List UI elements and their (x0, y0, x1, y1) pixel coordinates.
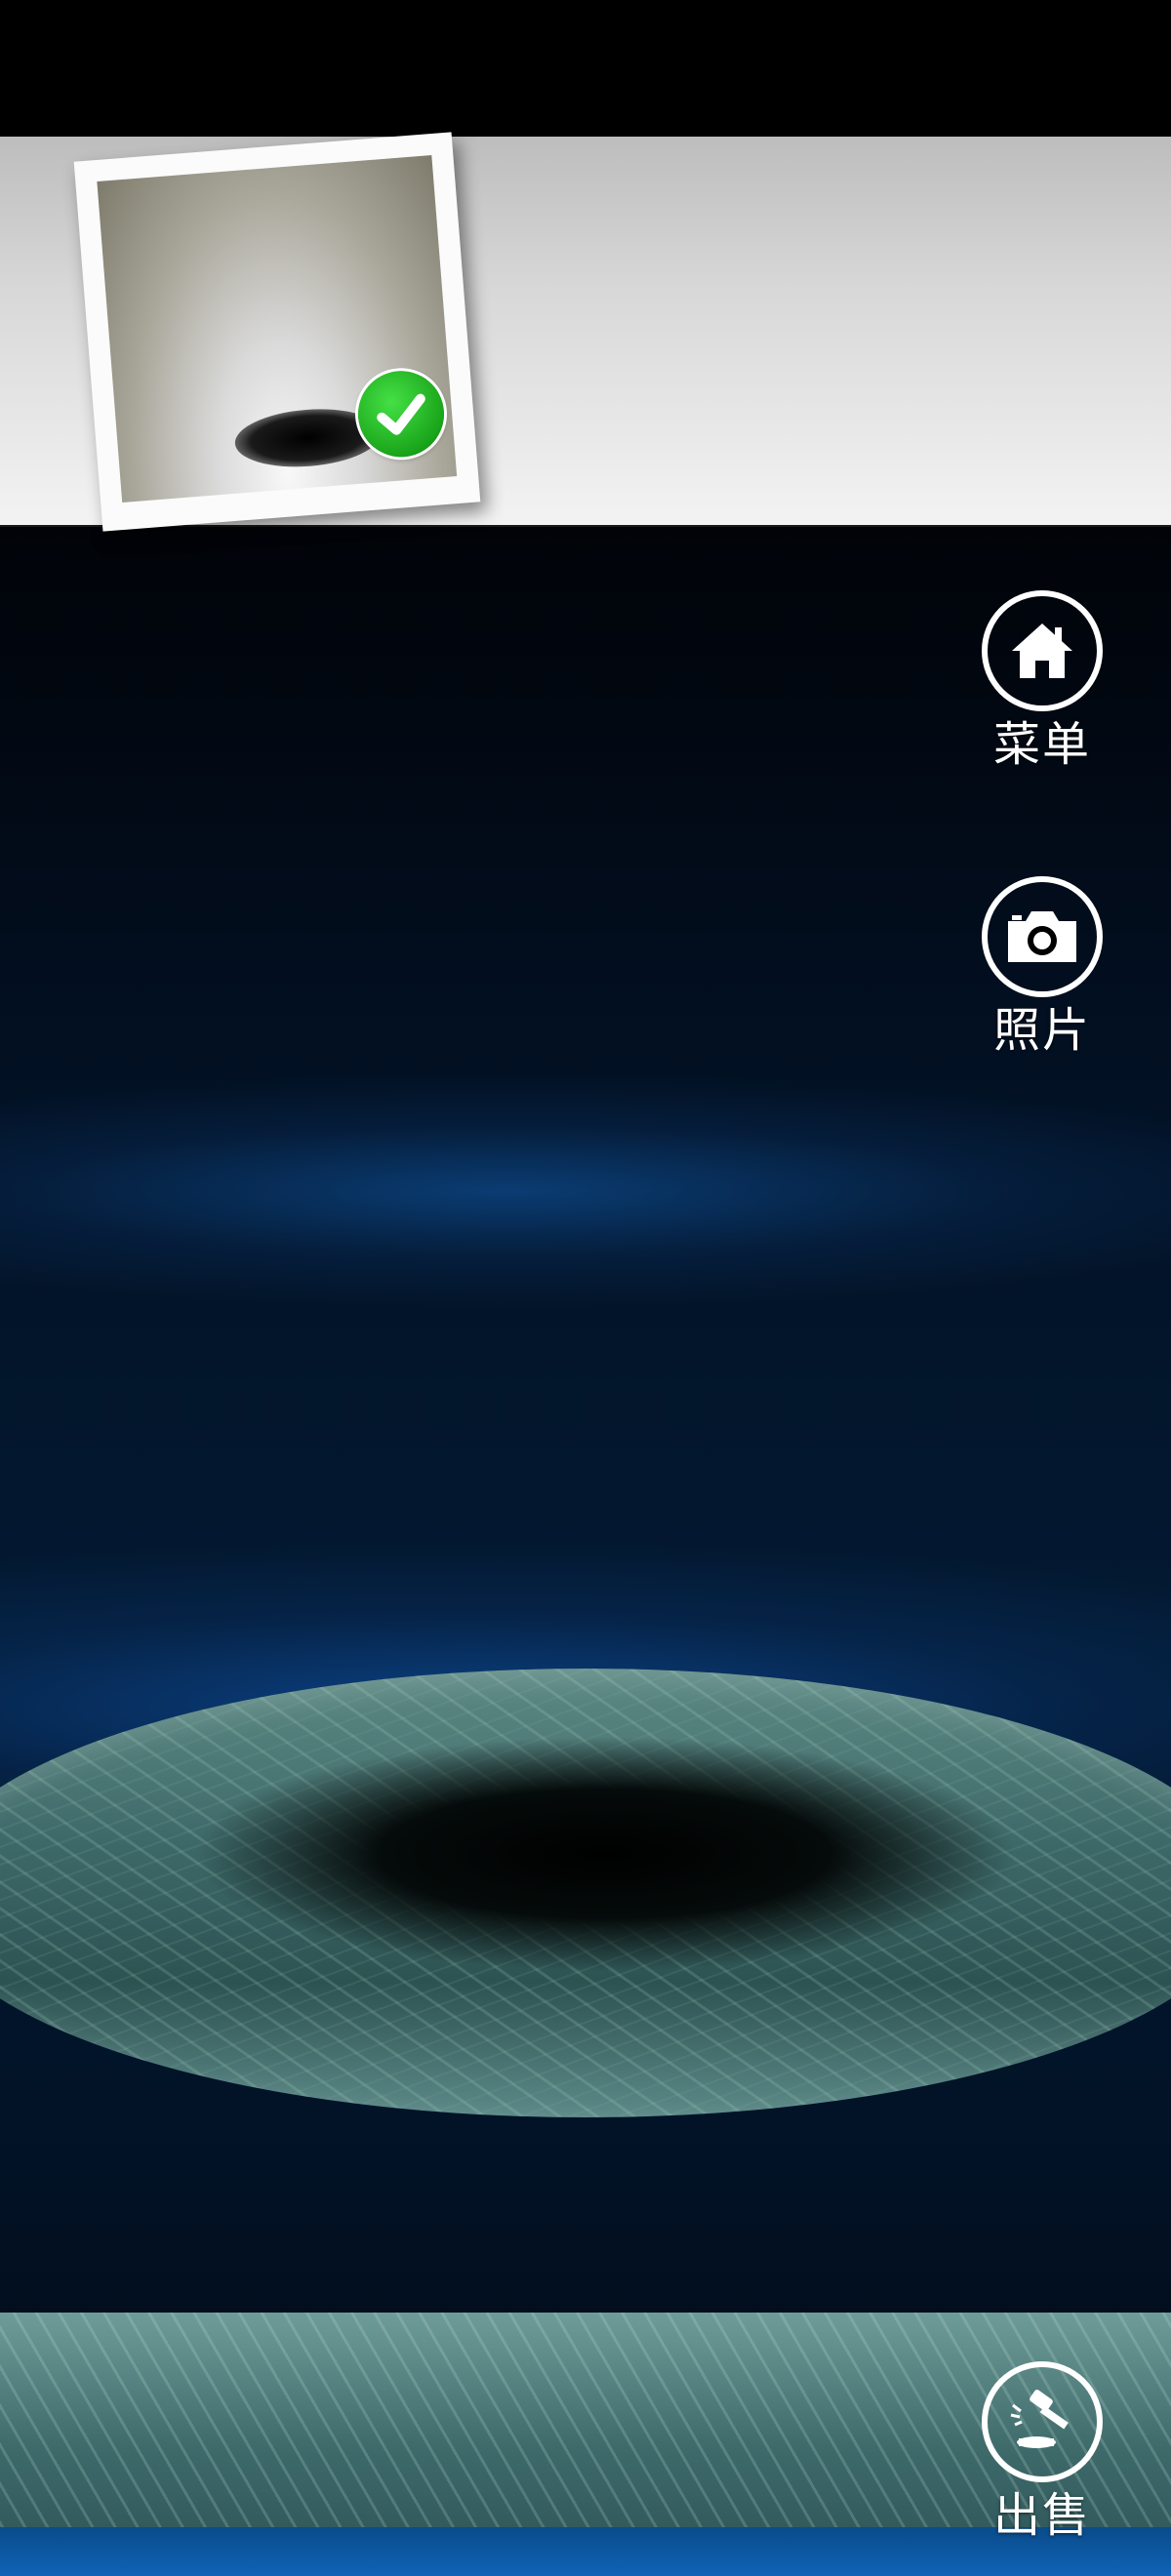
marble-pedestal (0, 1669, 1171, 2117)
camera-icon (982, 876, 1103, 997)
photos-label: 照片 (992, 1003, 1091, 1058)
photo-thumbnail[interactable] (73, 132, 481, 532)
checkmark-icon (354, 367, 448, 461)
menu-button[interactable]: 菜单 (969, 590, 1115, 774)
home-icon (982, 590, 1103, 711)
sell-label: 出售 (992, 2488, 1091, 2543)
gavel-icon (982, 2361, 1103, 2482)
menu-label: 菜单 (992, 717, 1091, 772)
status-bar (0, 0, 1171, 137)
display-scene (0, 527, 1171, 2576)
app-root: 菜单 照片 出售 (0, 0, 1171, 2576)
sell-button[interactable]: 出售 (969, 2361, 1115, 2545)
photos-button[interactable]: 照片 (969, 876, 1115, 1060)
